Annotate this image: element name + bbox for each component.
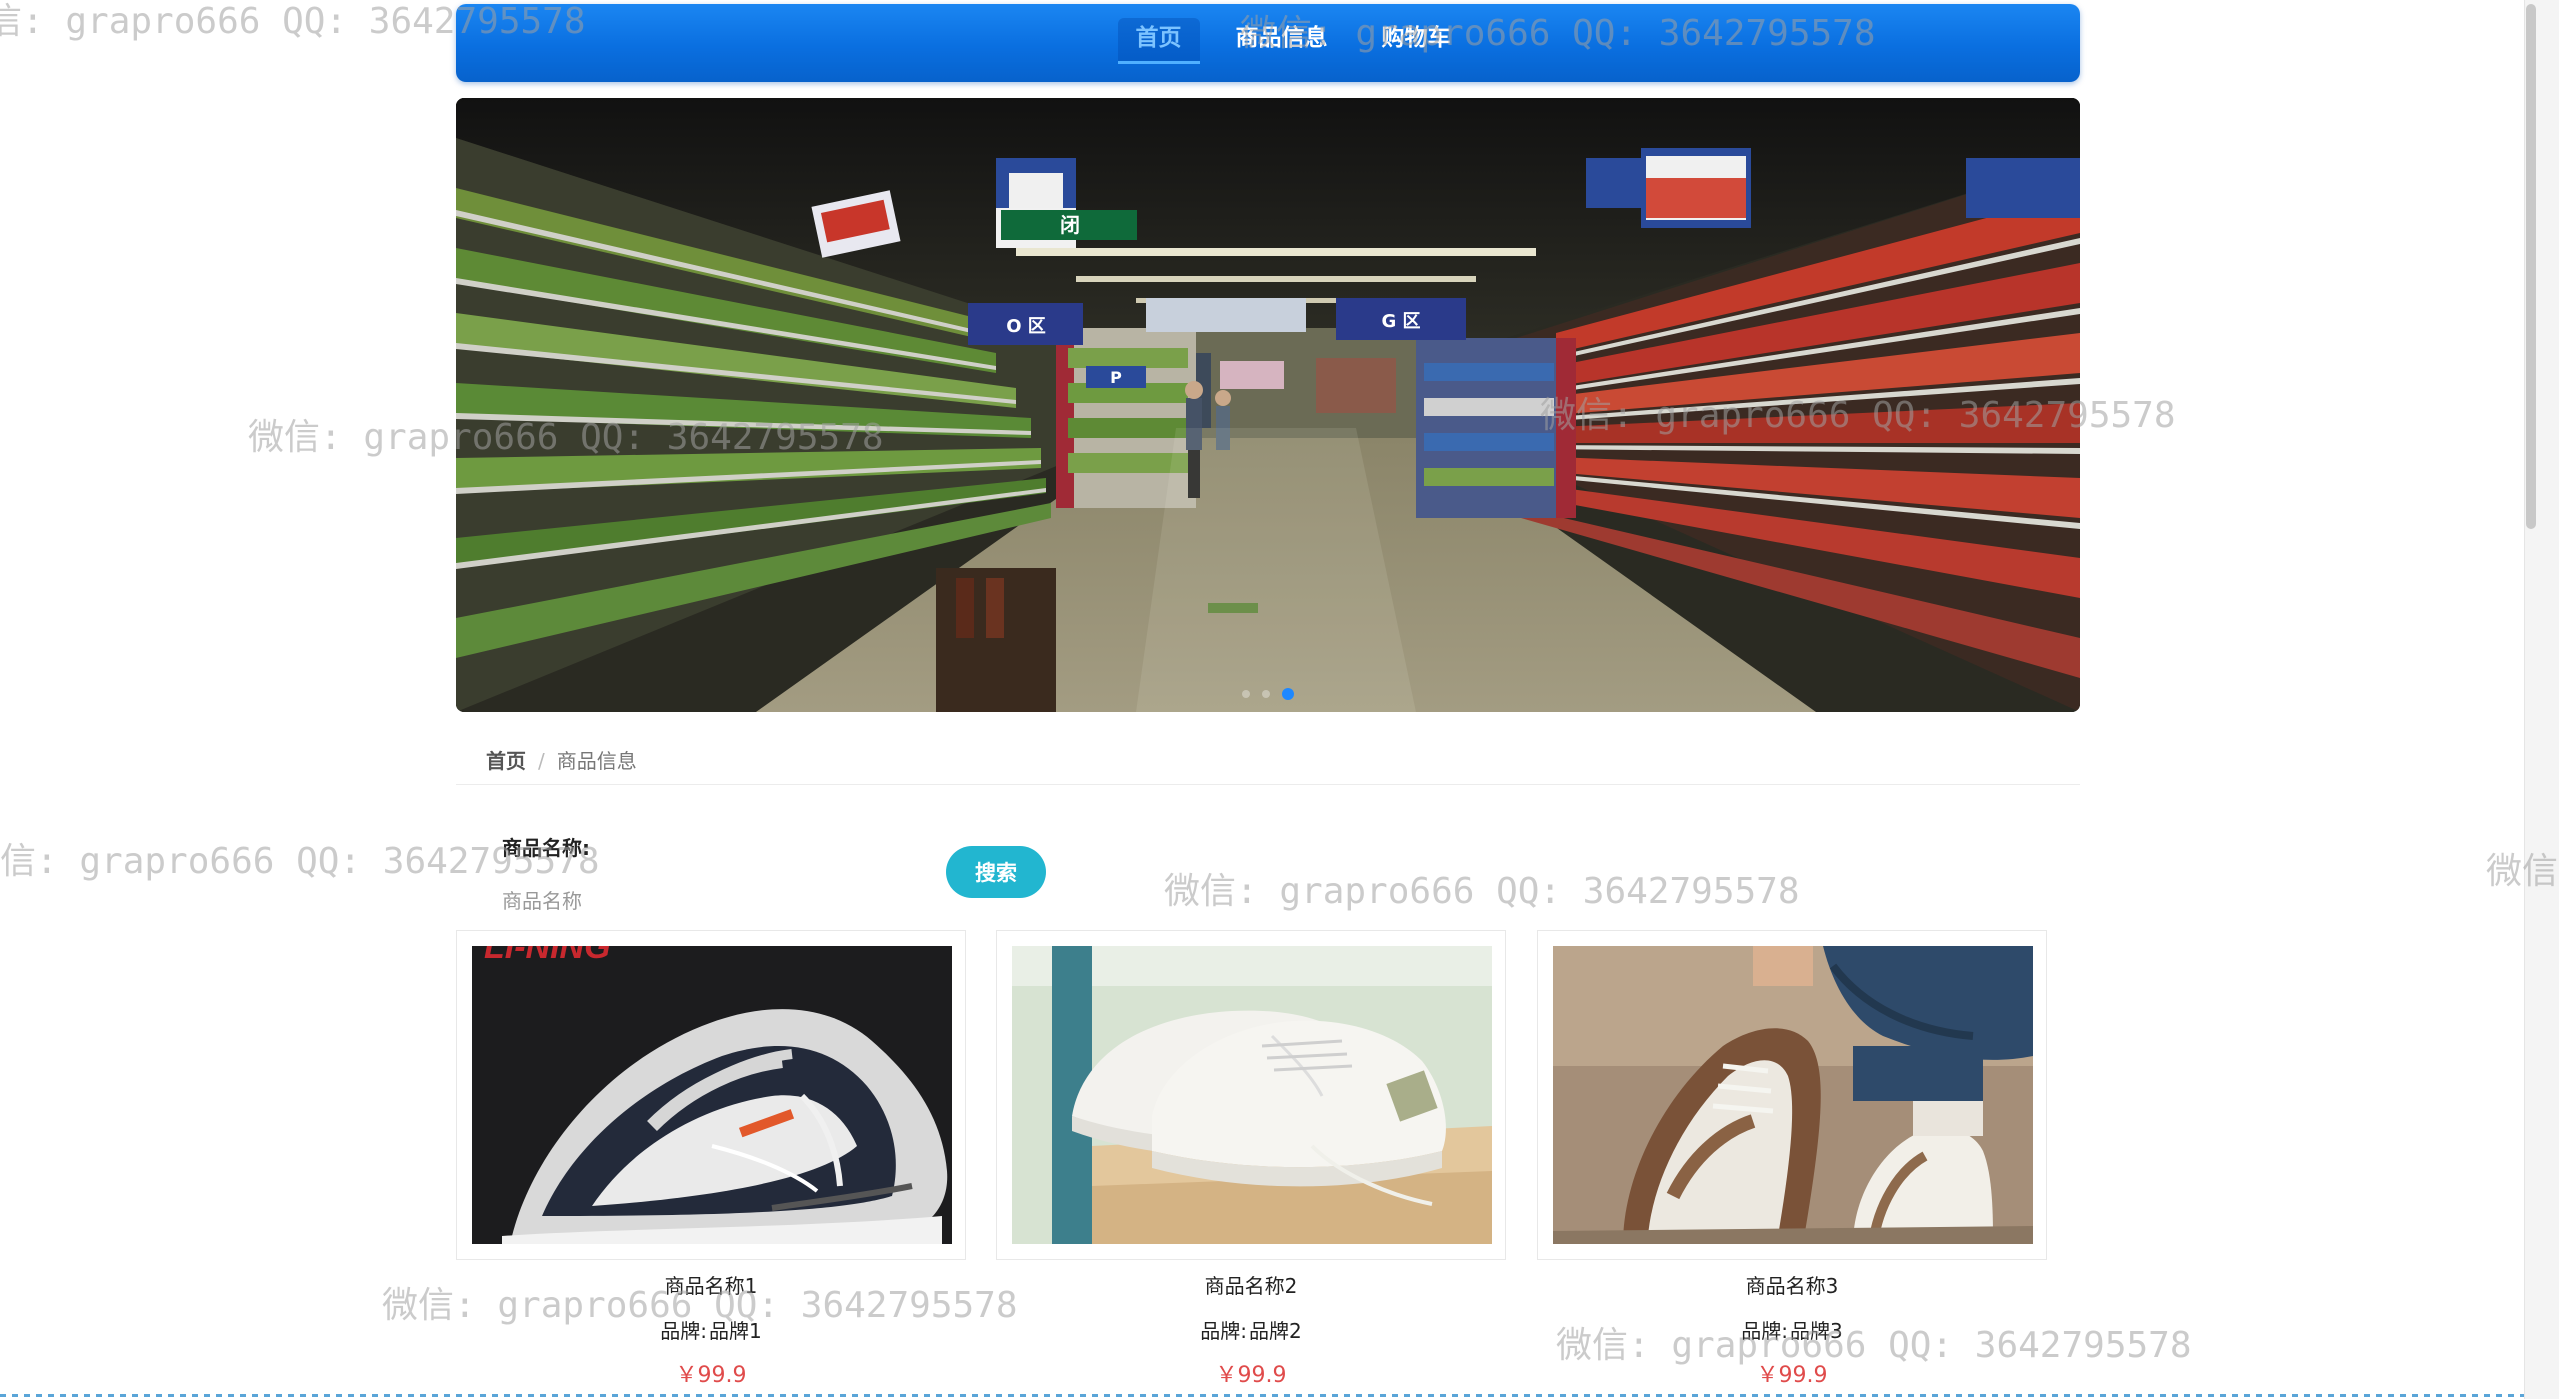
breadcrumb-current: 商品信息: [556, 749, 637, 773]
product-grid: LI-NING 商品名称1 品牌: 品牌1 ￥99.9 商品名称2 品牌: 品牌…: [456, 930, 2080, 1399]
product-price: ￥99.9: [1215, 1363, 1287, 1388]
search-button[interactable]: 搜索: [946, 846, 1046, 898]
product-price: ￥99.9: [675, 1363, 747, 1388]
breadcrumb-separator: /: [538, 749, 545, 773]
product-name[interactable]: 商品名称3: [1537, 1270, 2047, 1299]
product-name[interactable]: 商品名称1: [456, 1270, 966, 1299]
product-image-frame: LI-NING: [456, 930, 966, 1260]
exit-sign-text: 闭: [1060, 213, 1080, 237]
zone-g-sign-text: G 区: [1381, 311, 1420, 332]
product-image[interactable]: [1012, 946, 1492, 1244]
product-brand-value: 品牌1: [709, 1319, 762, 1343]
search-input[interactable]: [502, 884, 922, 918]
carousel-slide-image: 闭 O 区 G 区 P: [456, 98, 2080, 712]
breadcrumb: 首页 / 商品信息: [486, 745, 637, 774]
breadcrumb-home[interactable]: 首页: [486, 749, 526, 773]
nav-menu: 首页 商品信息 购物车: [456, 4, 2080, 82]
product-brand: 品牌: 品牌3: [1537, 1315, 2047, 1344]
divider: [456, 784, 2080, 785]
product-brand: 品牌: 品牌2: [996, 1315, 1506, 1344]
product-price: ￥99.9: [1756, 1363, 1828, 1388]
product-brand-value: 品牌3: [1790, 1319, 1843, 1343]
product-brand-label: 品牌:: [660, 1319, 707, 1343]
product-card-3[interactable]: 商品名称3 品牌: 品牌3 ￥99.9: [1537, 930, 2047, 1399]
product-brand-value: 品牌2: [1249, 1319, 1302, 1343]
search-label: 商品名称:: [502, 836, 590, 860]
product-name[interactable]: 商品名称2: [996, 1270, 1506, 1299]
product-image[interactable]: LI-NING: [472, 946, 952, 1244]
product-card-1[interactable]: LI-NING 商品名称1 品牌: 品牌1 ￥99.9: [456, 930, 966, 1399]
carousel-dot-1[interactable]: [1242, 690, 1250, 698]
bottom-border: [0, 1394, 2524, 1397]
product-image[interactable]: [1553, 946, 2033, 1244]
zone-o-sign-text: O 区: [1006, 316, 1046, 337]
carousel-dot-2[interactable]: [1262, 690, 1270, 698]
nav-item-home[interactable]: 首页: [1117, 18, 1200, 64]
banner-carousel[interactable]: 闭 O 区 G 区 P: [456, 98, 2080, 712]
product-image-frame: [1537, 930, 2047, 1260]
nav-item-products[interactable]: 商品信息: [1218, 18, 1346, 64]
product-brand-label: 品牌:: [1200, 1319, 1247, 1343]
zone-p-sign-text: P: [1110, 368, 1122, 387]
page-scrollbar[interactable]: [2524, 0, 2559, 1399]
main-container: 首页 商品信息 购物车 闭 O 区 G 区 P 首页 / 商品信息 商品名称: …: [456, 0, 2080, 1399]
product-card-2[interactable]: 商品名称2 品牌: 品牌2 ￥99.9: [996, 930, 1506, 1399]
product-brand: 品牌: 品牌1: [456, 1315, 966, 1344]
product-brand-label: 品牌:: [1741, 1319, 1788, 1343]
brand-logo-text: LI-NING: [484, 946, 611, 966]
top-navbar: 首页 商品信息 购物车: [456, 4, 2080, 82]
carousel-dot-3[interactable]: [1282, 688, 1294, 700]
scrollbar-thumb[interactable]: [2526, 4, 2536, 529]
product-image-frame: [996, 930, 1506, 1260]
nav-item-cart[interactable]: 购物车: [1364, 18, 1469, 64]
carousel-indicators: [456, 688, 2080, 700]
